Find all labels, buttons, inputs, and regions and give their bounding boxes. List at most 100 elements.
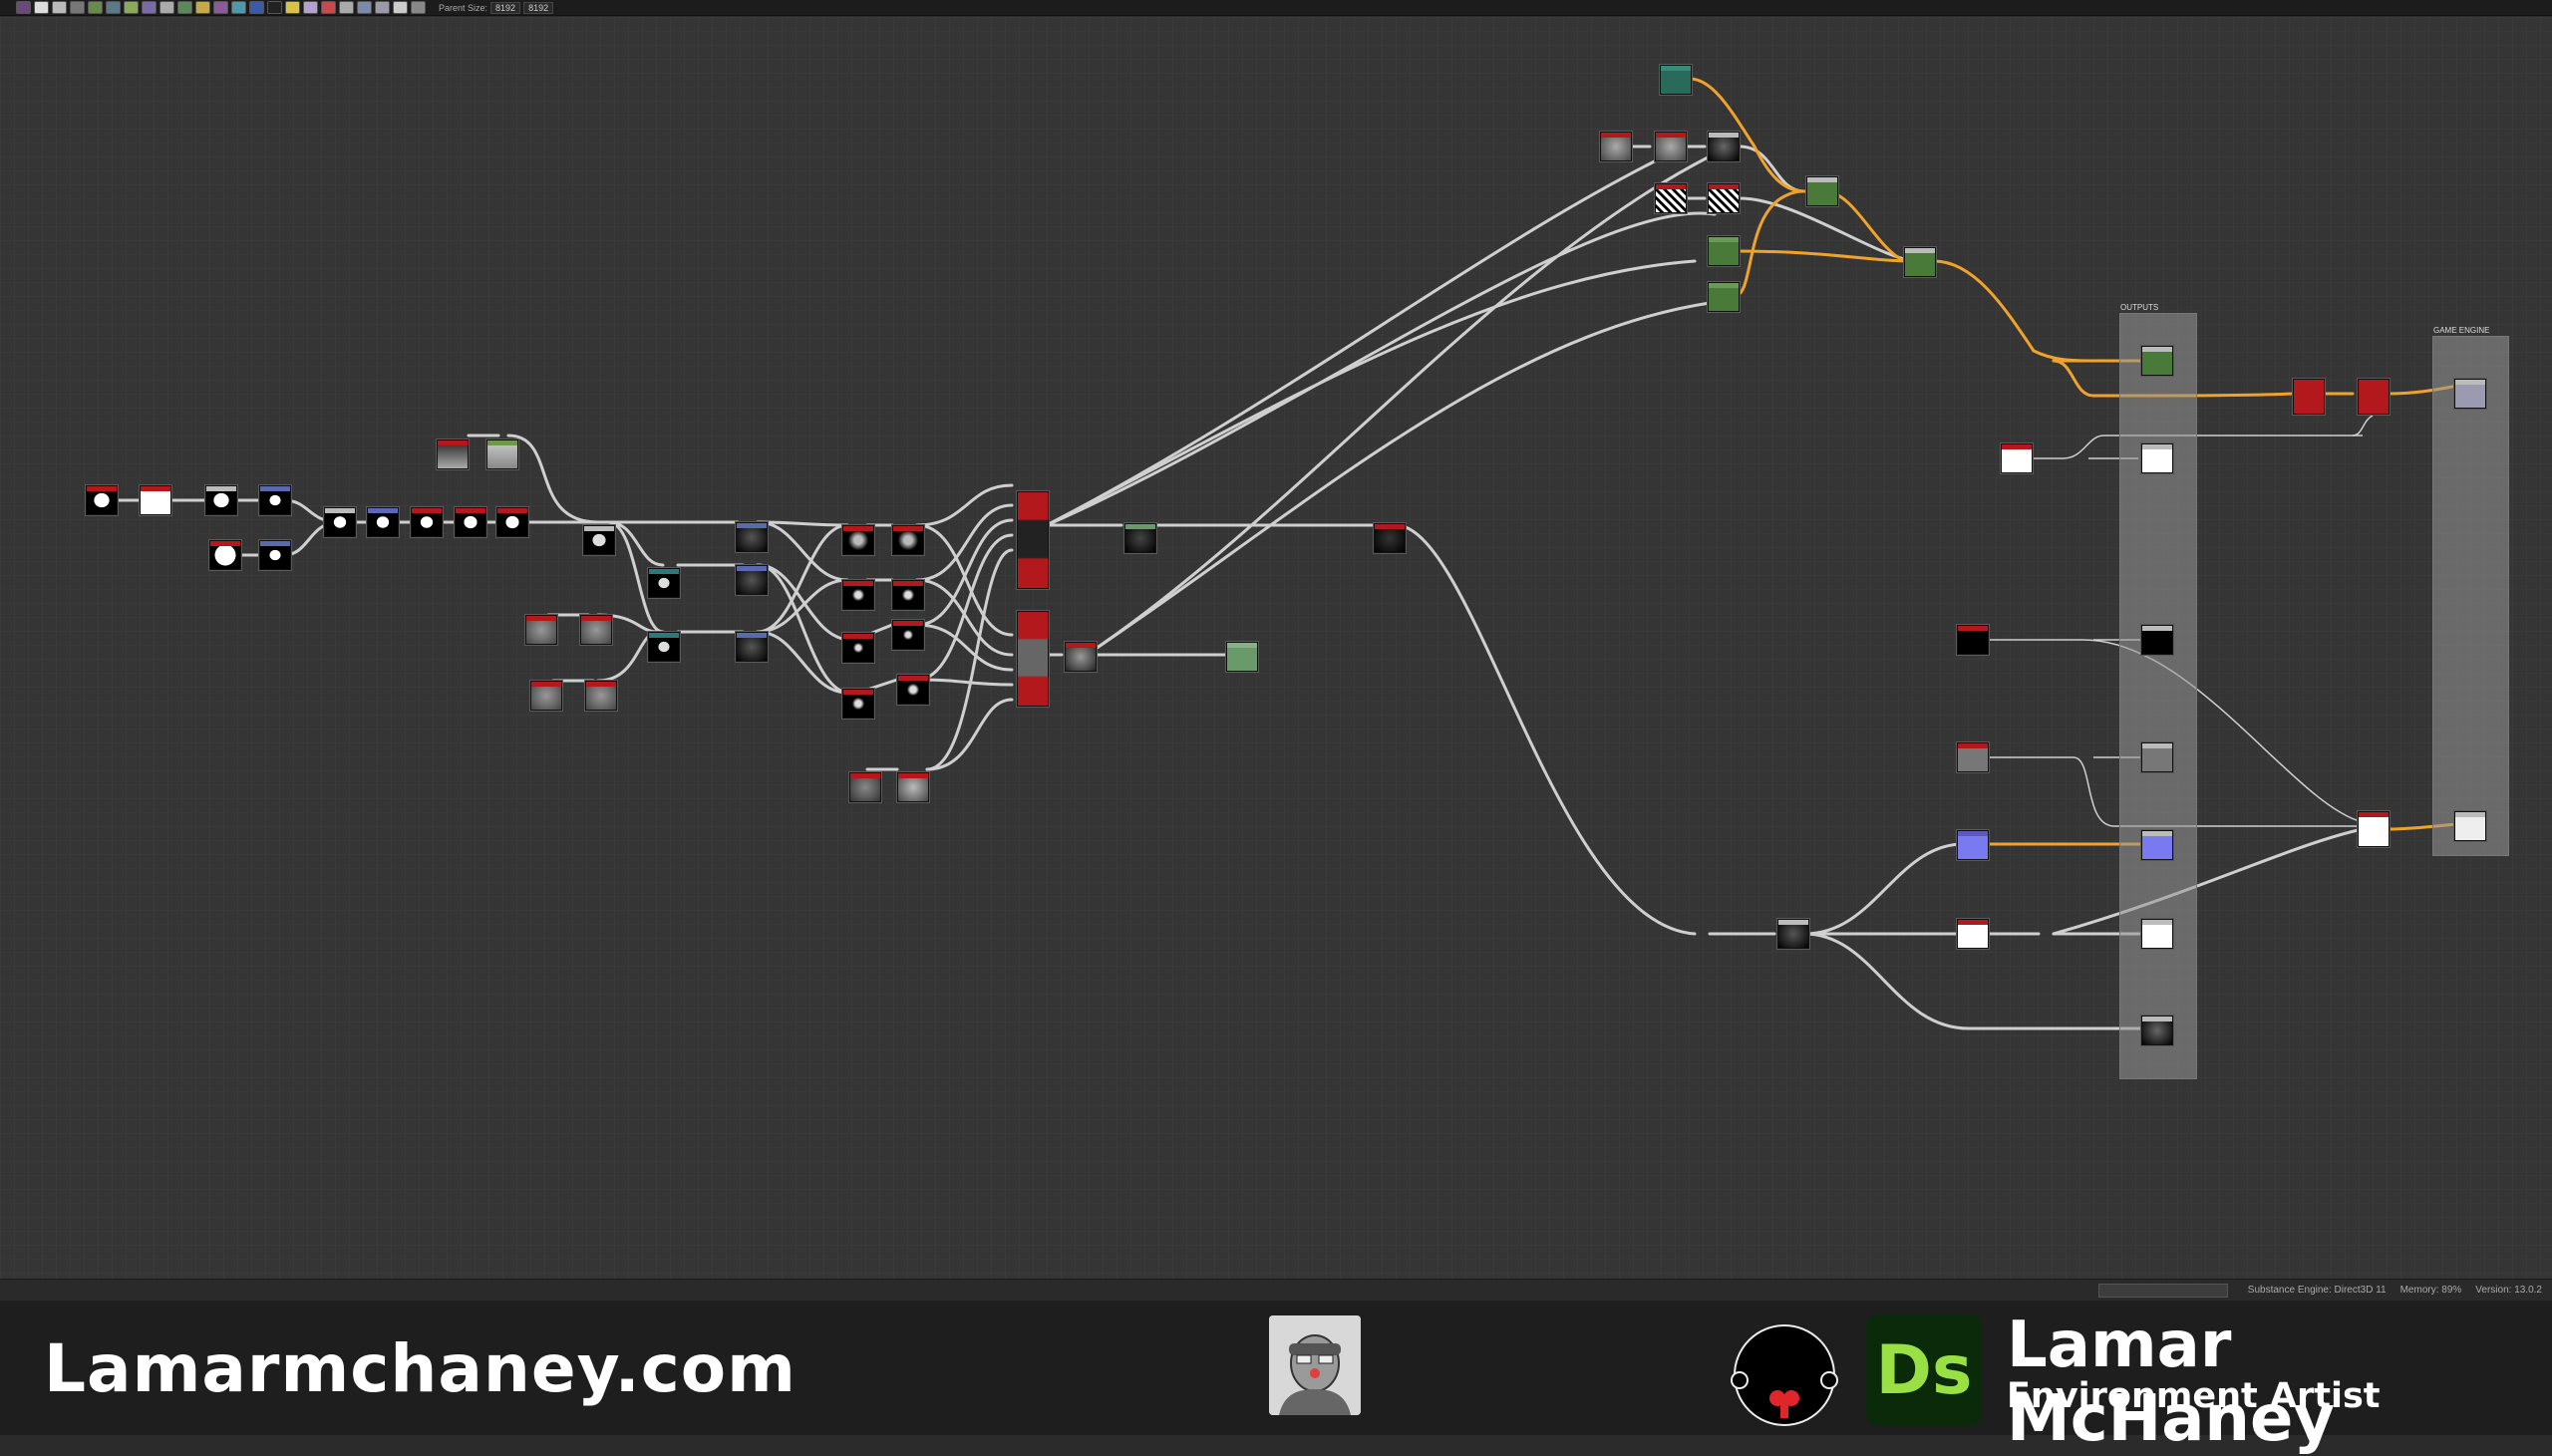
toolbar-icon[interactable]	[357, 1, 372, 14]
graph-link	[1085, 301, 1712, 657]
toolbar-icon[interactable]	[285, 1, 300, 14]
graph-node[interactable]	[842, 580, 874, 610]
output-node[interactable]	[2141, 742, 2173, 772]
toolbar-icon[interactable]	[34, 1, 49, 14]
graph-node[interactable]	[1957, 742, 1989, 772]
toolbar-icon[interactable]	[70, 1, 85, 14]
graph-node[interactable]	[455, 507, 486, 537]
graph-node[interactable]	[2358, 811, 2390, 847]
game-engine-frame[interactable]	[2432, 336, 2509, 856]
graph-node[interactable]	[892, 580, 924, 610]
graph-node[interactable]	[1806, 176, 1838, 206]
graph-node[interactable]	[736, 565, 768, 595]
graph-node[interactable]	[849, 772, 881, 802]
toolbar-icon[interactable]	[177, 1, 192, 14]
graph-node[interactable]	[140, 485, 171, 515]
graph-link	[2073, 756, 2363, 827]
graph-node[interactable]	[259, 485, 291, 515]
graph-node[interactable]	[1957, 625, 1989, 655]
toolbar-icon[interactable]	[142, 1, 157, 14]
graph-node[interactable]	[648, 632, 680, 662]
toolbar-icon[interactable]	[52, 1, 67, 14]
toolbar-icon[interactable]	[321, 1, 336, 14]
game-engine-output-node[interactable]	[2454, 811, 2486, 841]
graph-node[interactable]	[1655, 183, 1687, 213]
parent-size-select[interactable]: 8192	[490, 1, 521, 14]
toolbar-icon[interactable]	[124, 1, 139, 14]
graph-node[interactable]	[2001, 443, 2033, 473]
output-node[interactable]	[2141, 830, 2173, 860]
graph-node[interactable]	[1124, 523, 1156, 553]
toolbar-icon[interactable]	[267, 1, 282, 14]
graph-node[interactable]	[1708, 282, 1740, 312]
graph-node[interactable]	[842, 689, 874, 719]
graph-node[interactable]	[530, 681, 562, 711]
graph-node[interactable]	[1904, 247, 1936, 277]
graph-node[interactable]	[1017, 491, 1049, 589]
graph-node[interactable]	[892, 525, 924, 555]
toolbar-icon[interactable]	[411, 1, 426, 14]
outputs-frame[interactable]	[2119, 313, 2197, 1079]
graph-node[interactable]	[1600, 132, 1632, 161]
graph-node[interactable]	[437, 439, 469, 469]
graph-node[interactable]	[1708, 183, 1740, 213]
output-node[interactable]	[2141, 346, 2173, 376]
graph-node[interactable]	[525, 615, 557, 645]
graph-node[interactable]	[842, 525, 874, 555]
graph-node[interactable]	[2293, 379, 2325, 415]
toolbar-icon[interactable]	[213, 1, 228, 14]
output-node[interactable]	[2141, 1016, 2173, 1045]
graph-node[interactable]	[86, 485, 118, 515]
graph-node[interactable]	[892, 620, 924, 650]
graph-node[interactable]	[1655, 132, 1687, 161]
game-engine-output-node[interactable]	[2454, 379, 2486, 409]
graph-node[interactable]	[259, 540, 291, 570]
graph-node[interactable]	[648, 568, 680, 598]
toolbar-icon[interactable]	[231, 1, 246, 14]
graph-node[interactable]	[1065, 642, 1097, 672]
graph-node[interactable]	[583, 525, 615, 555]
graph-node[interactable]	[897, 772, 929, 802]
output-node[interactable]	[2141, 625, 2173, 655]
toolbar-icon[interactable]	[106, 1, 121, 14]
graph-node[interactable]	[496, 507, 528, 537]
graph-node[interactable]	[580, 615, 612, 645]
graph-link	[925, 548, 1014, 771]
output-node[interactable]	[2141, 919, 2173, 949]
toolbar-icon[interactable]	[195, 1, 210, 14]
toolbar-icon[interactable]	[88, 1, 103, 14]
graph-node[interactable]	[1660, 65, 1692, 95]
graph-node[interactable]	[411, 507, 443, 537]
graph-node[interactable]	[897, 675, 929, 705]
toolbar-icon[interactable]	[16, 1, 31, 14]
graph-node[interactable]	[585, 681, 617, 711]
graph-node[interactable]	[1374, 523, 1406, 553]
graph-node[interactable]	[1708, 132, 1740, 161]
toolbar-icon[interactable]	[339, 1, 354, 14]
graph-node[interactable]	[324, 507, 356, 537]
graph-node[interactable]	[1777, 919, 1809, 949]
toolbar-icon[interactable]	[249, 1, 264, 14]
graph-node[interactable]	[367, 507, 399, 537]
graph-node[interactable]	[2358, 379, 2390, 415]
graph-node[interactable]	[1957, 830, 1989, 860]
graph-node[interactable]	[209, 540, 241, 570]
website-link[interactable]: Lamarmchaney.com	[44, 1330, 797, 1407]
output-size-select[interactable]: 8192	[523, 1, 554, 14]
graph-node[interactable]	[736, 632, 768, 662]
toolbar-icon[interactable]	[393, 1, 408, 14]
graph-node[interactable]	[1017, 611, 1049, 707]
graph-canvas[interactable]: OUTPUTS GAME ENGINE	[0, 17, 2552, 1279]
graph-node[interactable]	[842, 633, 874, 663]
graph-node[interactable]	[1957, 919, 1989, 949]
graph-node[interactable]	[1226, 642, 1258, 672]
graph-node[interactable]	[205, 485, 237, 515]
toolbar-icon[interactable]	[160, 1, 174, 14]
graph-node[interactable]	[1708, 236, 1740, 266]
toolbar-icon[interactable]	[303, 1, 318, 14]
graph-node[interactable]	[736, 522, 768, 552]
output-node[interactable]	[2141, 443, 2173, 473]
graph-link	[915, 533, 1014, 682]
graph-node[interactable]	[486, 439, 518, 469]
toolbar-icon[interactable]	[375, 1, 390, 14]
